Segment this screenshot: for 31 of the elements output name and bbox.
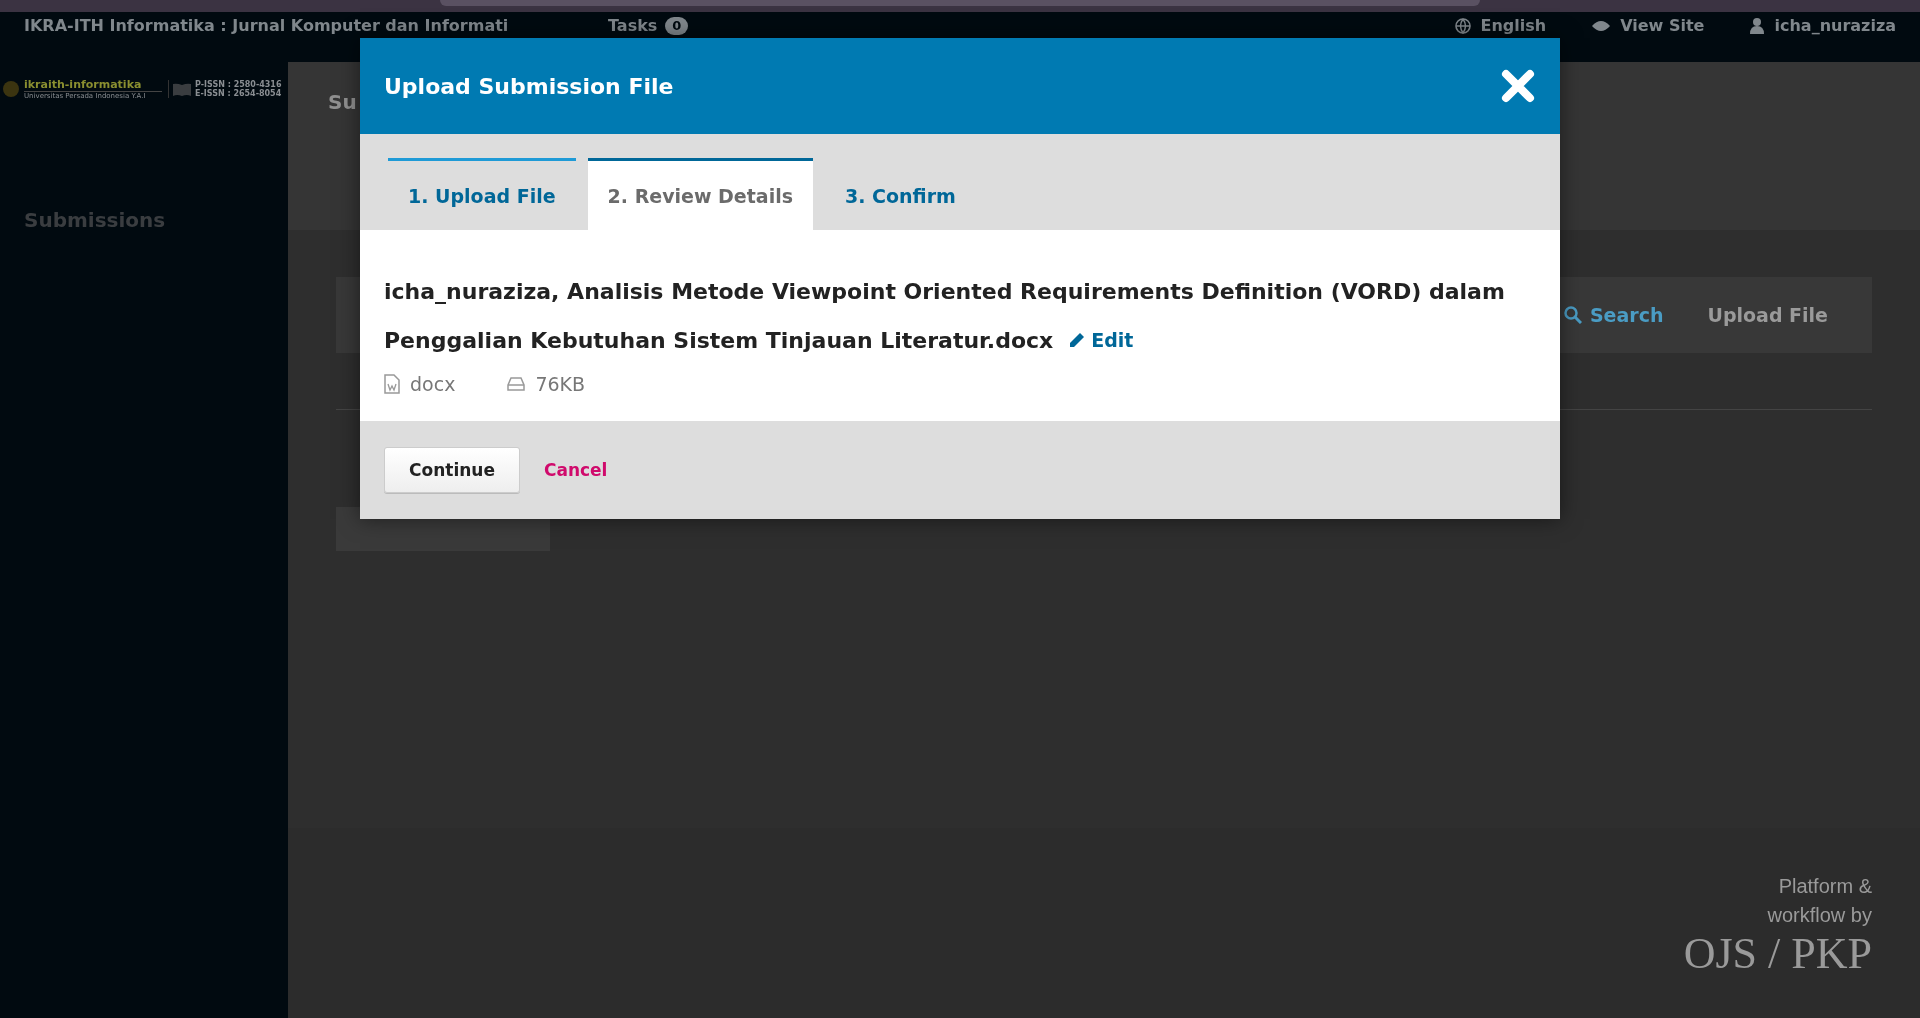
edit-link[interactable]: Edit — [1069, 316, 1134, 364]
journal-title[interactable]: IKRA-ITH Informatika : Jurnal Komputer dan Informati — [24, 16, 584, 35]
language-link[interactable]: English — [1480, 16, 1547, 35]
tasks-link[interactable]: Tasks — [608, 16, 658, 35]
logo-name: ikraith-informatika — [24, 78, 162, 92]
user-icon — [1750, 17, 1765, 34]
word-file-icon — [384, 374, 400, 394]
upload-file-link[interactable]: Upload File — [1707, 304, 1828, 326]
issn-text: P-ISSN : 2580-4316 — [195, 80, 282, 89]
pencil-icon — [1069, 332, 1086, 348]
issn-text: E-ISSN : 2654-8054 — [195, 89, 282, 98]
step-tab[interactable]: 2. Review Details — [587, 158, 813, 230]
search-icon — [1563, 306, 1582, 324]
cancel-link[interactable]: Cancel — [543, 460, 608, 480]
step-tab[interactable]: 3. Confirm — [825, 158, 976, 230]
hard-drive-icon — [507, 377, 526, 391]
file-type: docx — [410, 373, 456, 395]
tasks-count: 0 — [665, 16, 689, 35]
dialog-title: Upload Submission File — [384, 73, 674, 99]
user-menu[interactable]: icha_nuraziza — [1774, 16, 1896, 35]
file-size: 76KB — [535, 373, 586, 395]
globe-icon — [1454, 17, 1471, 34]
eye-icon — [1592, 19, 1611, 32]
book-icon — [173, 82, 191, 96]
ojs-pkp-logo[interactable]: Platform & workflow by OJS / PKP — [1683, 872, 1872, 1018]
view-site-link[interactable]: View Site — [1620, 16, 1705, 35]
file-name: icha_nuraziza, Analisis Metode Viewpoint Oriented Requirements Definition (VORD) dalam Penggalian Kebutuhan Sistem Tinjauan Literatur.docx Edit — [384, 268, 1536, 365]
continue-button[interactable]: Continue — [384, 447, 520, 493]
search-link[interactable]: Search — [1589, 304, 1664, 326]
close-icon[interactable] — [1500, 68, 1536, 104]
page-title: Su — [328, 90, 357, 114]
